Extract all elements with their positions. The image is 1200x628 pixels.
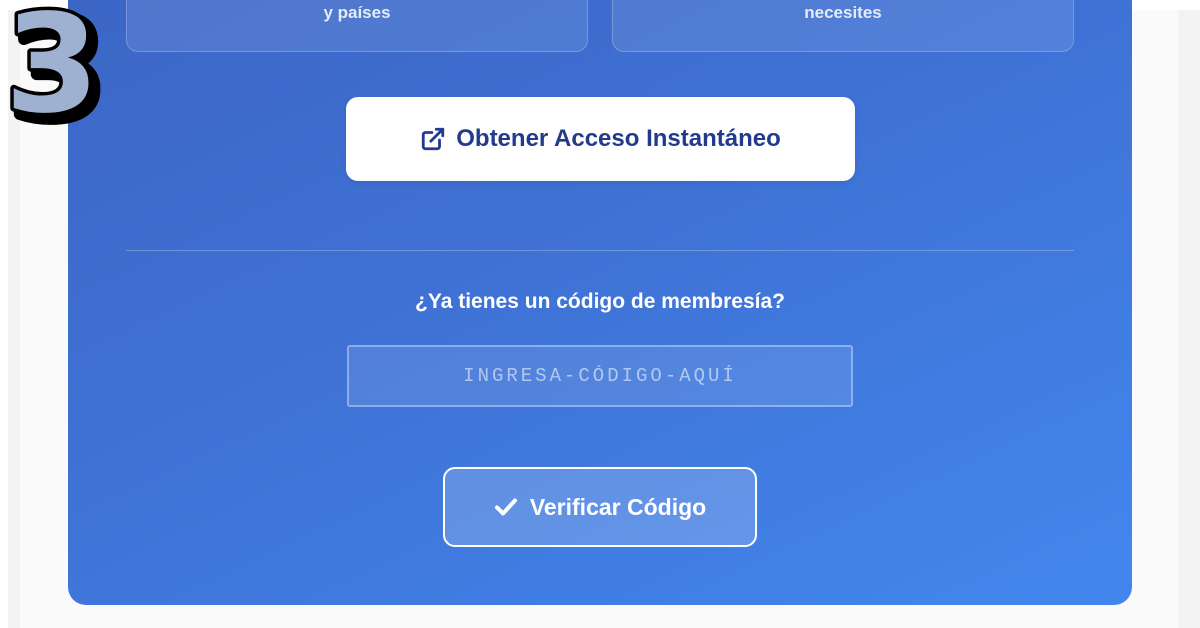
get-instant-access-label: Obtener Acceso Instantáneo — [456, 125, 781, 152]
right-scroll-gutter — [1178, 10, 1200, 628]
section-divider — [126, 250, 1074, 251]
membership-code-question: ¿Ya tienes un código de membresía? — [415, 290, 785, 313]
step-number: 3 — [5, 0, 100, 130]
verify-code-label: Verificar Código — [529, 493, 707, 520]
external-link-icon — [420, 126, 446, 152]
feature-card-countries: y países — [126, 0, 588, 52]
check-icon — [494, 497, 518, 517]
membership-card: y países necesites Obtener Acceso Instan… — [68, 0, 1132, 605]
verify-code-button[interactable]: Verificar Código — [443, 467, 757, 547]
get-instant-access-button[interactable]: Obtener Acceso Instantáneo — [346, 97, 855, 181]
membership-code-input[interactable] — [347, 345, 853, 407]
feature-card-text: necesites — [804, 3, 882, 22]
step-number-badge: 3 3 — [1, 0, 111, 130]
feature-card-text: y países — [323, 3, 391, 22]
feature-card-needs: necesites — [612, 0, 1074, 52]
